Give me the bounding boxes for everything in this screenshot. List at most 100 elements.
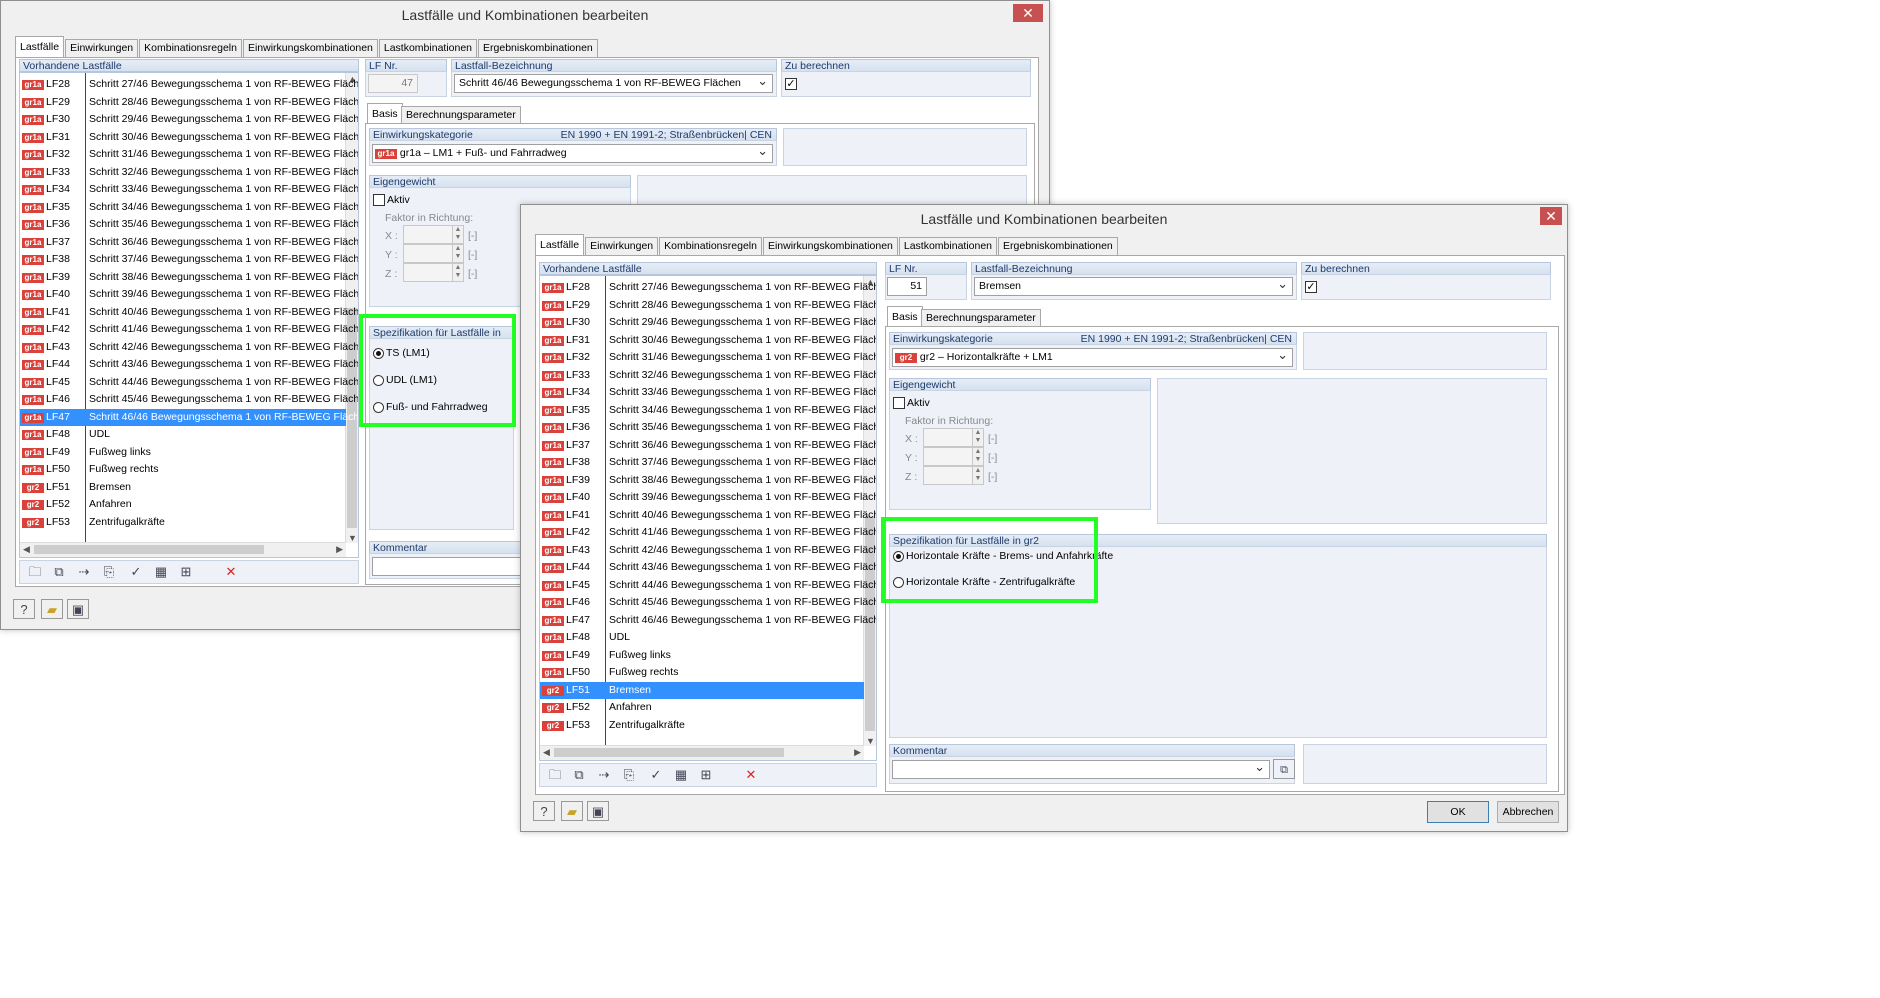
list-item[interactable]: gr1a LF32 Schritt 31/46 Bewegungsschema 1 … xyxy=(20,146,358,164)
filter-icon[interactable]: ⎘ xyxy=(618,765,640,785)
scroll-down-icon[interactable]: ▼ xyxy=(866,736,875,746)
list-item[interactable]: gr1a LF33 Schritt 32/46 Bewegungsschema 1 … xyxy=(20,164,358,182)
front-y-field[interactable] xyxy=(923,447,973,466)
list-item[interactable]: gr1a LF35 Schritt 34/46 Bewegungsschema 1 … xyxy=(20,199,358,217)
tab-lastkombinationen[interactable]: Lastkombinationen xyxy=(378,39,478,57)
list-item[interactable]: gr1a LF48 UDL xyxy=(540,629,864,647)
list-item[interactable]: gr1a LF38 Schritt 37/46 Bewegungsschema 1 … xyxy=(540,454,876,472)
export-icon[interactable]: ⊞ xyxy=(695,765,717,785)
list-item[interactable]: gr1a LF45 Schritt 44/46 Bewegungsschema 1 … xyxy=(540,577,876,595)
back-subtab-berechnungsparameter[interactable]: Berechnungsparameter xyxy=(401,106,521,124)
list-item[interactable]: gr1a LF42 Schritt 41/46 Bewegungsschema 1 … xyxy=(20,321,358,339)
list-item[interactable]: gr1a LF37 Schritt 36/46 Bewegungsschema 1 … xyxy=(20,234,358,252)
copy-loadcase-icon[interactable]: ⧉ xyxy=(48,562,70,582)
renumber-icon[interactable]: ⇢ xyxy=(593,765,615,785)
front-subtab-basis[interactable]: Basis xyxy=(887,306,923,327)
help-icon[interactable]: ? xyxy=(13,599,35,619)
front-zu-berechnen-checkbox[interactable]: ✓ xyxy=(1305,281,1317,293)
tab-einwirkungskombinationen[interactable]: Einwirkungskombinationen xyxy=(242,39,378,57)
list-item[interactable]: gr1a LF30 Schritt 29/46 Bewegungsschema 1 … xyxy=(20,111,358,129)
list-item[interactable]: gr1a LF34 Schritt 33/46 Bewegungsschema 1 … xyxy=(20,181,358,199)
list-item[interactable]: gr1a LF46 Schritt 45/46 Bewegungsschema 1 … xyxy=(20,391,358,409)
list-item[interactable]: gr1a LF44 Schritt 43/46 Bewegungsschema 1 … xyxy=(540,559,876,577)
list-item[interactable]: gr1a LF50 Fußweg rechts xyxy=(540,664,864,682)
list-item[interactable]: gr2 LF53 Zentrifugalkräfte xyxy=(20,514,346,532)
list-item[interactable]: gr1a LF43 Schritt 42/46 Bewegungsschema 1 … xyxy=(20,339,358,357)
list-item[interactable]: gr1a LF34 Schritt 33/46 Bewegungsschema 1 … xyxy=(540,384,876,402)
list-item[interactable]: gr1a LF40 Schritt 39/46 Bewegungsschema 1 … xyxy=(20,286,358,304)
front-lfnr-field[interactable]: 51 xyxy=(887,277,927,296)
back-close-button[interactable]: ✕ xyxy=(1013,4,1043,22)
list-item[interactable]: gr1a LF36 Schritt 35/46 Bewegungsschema 1 … xyxy=(540,419,876,437)
list-horizontal-scrollbar[interactable]: ◀ ▶ xyxy=(540,745,864,760)
back-aktiv-checkbox[interactable] xyxy=(373,194,385,206)
ok-button[interactable]: OK xyxy=(1427,801,1489,823)
back-bezeichnung-combo[interactable]: Schritt 46/46 Bewegungsschema 1 von RF-B… xyxy=(454,74,773,93)
abbrechen-button[interactable]: Abbrechen xyxy=(1497,801,1559,823)
front-z-spinner[interactable]: ▲ ▼ xyxy=(972,466,984,485)
list-item[interactable]: gr2 LF53 Zentrifugalkräfte xyxy=(540,717,864,735)
front-loadcase-list[interactable]: ▲ ▼ ◀ ▶ gr1a LF28 Schritt 27/46 Bewegungss… xyxy=(539,275,877,761)
front-x-field[interactable] xyxy=(923,428,973,447)
scroll-left-icon[interactable]: ◀ xyxy=(23,544,30,555)
tab-einwirkungen[interactable]: Einwirkungen xyxy=(65,39,139,57)
list-item[interactable]: gr2 LF52 Anfahren xyxy=(20,496,346,514)
back-x-field[interactable] xyxy=(403,225,453,244)
tab-ergebniskombinationen[interactable]: Ergebniskombinationen xyxy=(998,237,1118,255)
back-y-field[interactable] xyxy=(403,244,453,263)
list-item[interactable]: gr1a LF45 Schritt 44/46 Bewegungsschema 1 … xyxy=(20,374,358,392)
scroll-down-icon[interactable]: ▼ xyxy=(348,533,357,543)
list-item[interactable]: gr1a LF28 Schritt 27/46 Bewegungsschema 1 … xyxy=(540,279,876,297)
table-icon[interactable]: ▦ xyxy=(670,765,692,785)
list-item[interactable]: gr1a LF46 Schritt 45/46 Bewegungsschema 1 … xyxy=(540,594,876,612)
save-icon[interactable]: ▣ xyxy=(587,801,609,821)
tab-lastkombinationen[interactable]: Lastkombinationen xyxy=(898,237,998,255)
tab-lastfaelle[interactable]: Lastfälle xyxy=(535,234,585,255)
renumber-icon[interactable]: ⇢ xyxy=(73,562,95,582)
front-aktiv-checkbox[interactable] xyxy=(893,397,905,409)
save-icon[interactable]: ▣ xyxy=(67,599,89,619)
back-z-spinner[interactable]: ▲ ▼ xyxy=(452,263,464,282)
new-loadcase-icon[interactable]: 🗀 xyxy=(24,562,46,582)
list-item[interactable]: gr1a LF41 Schritt 40/46 Bewegungsschema 1 … xyxy=(20,304,358,322)
list-item[interactable]: gr1a LF31 Schritt 30/46 Bewegungsschema 1 … xyxy=(540,332,876,350)
list-item[interactable]: gr1a LF37 Schritt 36/46 Bewegungsschema 1 … xyxy=(540,437,876,455)
list-item[interactable]: gr1a LF47 Schritt 46/46 Bewegungsschema 1 … xyxy=(20,408,358,426)
tab-lastfaelle[interactable]: Lastfälle xyxy=(15,36,65,57)
open-folder-icon[interactable]: ▰ xyxy=(561,801,583,821)
export-icon[interactable]: ⊞ xyxy=(175,562,197,582)
back-loadcase-list[interactable]: ▲ ▼ ◀ ▶ gr1a LF28 Schritt 27/46 Bewegungss… xyxy=(19,72,359,558)
front-einwirkung-combo[interactable]: gr2 gr2 – Horizontalkräfte + LM1 xyxy=(892,348,1293,367)
list-item[interactable]: gr1a LF38 Schritt 37/46 Bewegungsschema 1 … xyxy=(20,251,358,269)
copy-loadcase-icon[interactable]: ⧉ xyxy=(568,765,590,785)
list-item[interactable]: gr1a LF29 Schritt 28/46 Bewegungsschema 1 … xyxy=(540,297,876,315)
back-lfnr-field[interactable]: 47 xyxy=(368,74,418,93)
list-item[interactable]: gr1a LF33 Schritt 32/46 Bewegungsschema 1 … xyxy=(540,367,876,385)
kommentar-edit-icon[interactable]: ⧉ xyxy=(1273,759,1295,779)
list-item[interactable]: gr1a LF41 Schritt 40/46 Bewegungsschema 1 … xyxy=(540,507,876,525)
front-y-spinner[interactable]: ▲ ▼ xyxy=(972,447,984,466)
list-item[interactable]: gr1a LF47 Schritt 46/46 Bewegungsschema 1 … xyxy=(540,612,876,630)
front-kommentar-combo[interactable] xyxy=(892,760,1270,779)
table-icon[interactable]: ▦ xyxy=(150,562,172,582)
check-icon[interactable]: ✓ xyxy=(645,765,667,785)
scroll-left-icon[interactable]: ◀ xyxy=(543,747,550,758)
front-subtab-berechnungsparameter[interactable]: Berechnungsparameter xyxy=(921,309,1041,327)
list-horizontal-scrollbar[interactable]: ◀ ▶ xyxy=(20,542,346,557)
scroll-right-icon[interactable]: ▶ xyxy=(336,544,343,555)
back-y-spinner[interactable]: ▲ ▼ xyxy=(452,244,464,263)
list-item[interactable]: gr1a LF35 Schritt 34/46 Bewegungsschema 1 … xyxy=(540,402,876,420)
front-z-field[interactable] xyxy=(923,466,973,485)
back-kommentar-field[interactable] xyxy=(372,557,528,576)
delete-icon[interactable]: ✕ xyxy=(740,765,762,785)
list-item[interactable]: gr1a LF42 Schritt 41/46 Bewegungsschema 1 … xyxy=(540,524,876,542)
help-icon[interactable]: ? xyxy=(533,801,555,821)
list-item[interactable]: gr1a LF44 Schritt 43/46 Bewegungsschema 1 … xyxy=(20,356,358,374)
list-item[interactable]: gr1a LF49 Fußweg links xyxy=(20,444,346,462)
new-loadcase-icon[interactable]: 🗀 xyxy=(544,765,566,785)
back-zu-berechnen-checkbox[interactable]: ✓ xyxy=(785,78,797,90)
back-x-spinner[interactable]: ▲ ▼ xyxy=(452,225,464,244)
list-item[interactable]: gr1a LF50 Fußweg rechts xyxy=(20,461,346,479)
scroll-right-icon[interactable]: ▶ xyxy=(854,747,861,758)
list-item[interactable]: gr1a LF39 Schritt 38/46 Bewegungsschema 1 … xyxy=(540,472,876,490)
